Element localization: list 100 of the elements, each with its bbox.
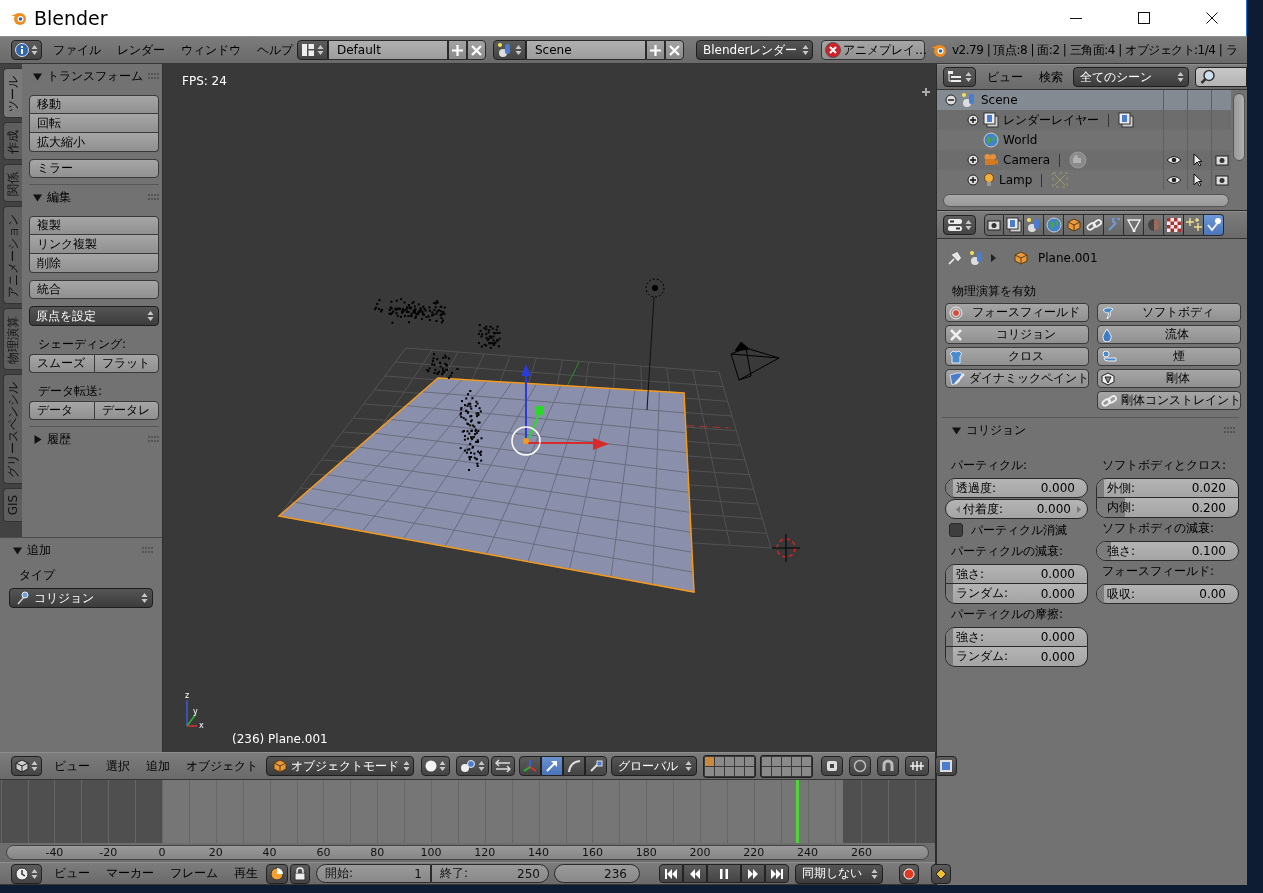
panel-title[interactable]: 編集 xyxy=(47,188,143,206)
outliner-row[interactable]: Camera xyxy=(937,150,1231,170)
physics-button[interactable]: 煙 xyxy=(1097,347,1241,366)
properties-tab[interactable] xyxy=(1064,214,1084,236)
type-dropdown[interactable]: コリジョン xyxy=(9,588,153,608)
camera-icon[interactable] xyxy=(1214,154,1229,166)
disclosure-triangle-icon[interactable] xyxy=(33,71,42,81)
disclosure-triangle-icon[interactable] xyxy=(13,545,22,555)
sidebar-tab[interactable]: ツール xyxy=(3,68,22,118)
toolbar-button[interactable] xyxy=(707,864,741,883)
physics-button[interactable]: ダイナミックペイント xyxy=(945,369,1089,388)
tool-button[interactable]: 複製 xyxy=(29,216,159,235)
menu-item[interactable]: ウィンドウ xyxy=(173,41,249,59)
properties-tab[interactable] xyxy=(1004,214,1024,236)
properties-tab[interactable] xyxy=(1024,214,1044,236)
menu-item[interactable]: 追加 xyxy=(138,757,178,775)
toolbar-button[interactable] xyxy=(935,756,957,776)
toolbar-button[interactable] xyxy=(741,864,765,883)
camera-icon[interactable] xyxy=(1214,174,1229,186)
outliner-row[interactable]: Scene xyxy=(937,90,1231,110)
editor-type-button[interactable] xyxy=(11,756,42,776)
physics-button[interactable]: 剛体 xyxy=(1097,369,1241,388)
add-button[interactable] xyxy=(646,40,665,60)
tool-button[interactable]: 拡大縮小 xyxy=(29,133,159,152)
toolbar-button[interactable] xyxy=(849,756,871,776)
properties-tab[interactable] xyxy=(1164,214,1184,236)
tool-button[interactable]: 回転 xyxy=(29,114,159,133)
panel-title[interactable]: コリジョン xyxy=(966,421,1219,439)
dropdown[interactable]: 原点を設定 xyxy=(29,306,159,326)
scene-field[interactable]: Scene xyxy=(526,40,646,60)
toolbar-button[interactable] xyxy=(821,756,843,776)
frame-ruler[interactable] xyxy=(6,845,929,860)
menu-item[interactable]: ヘルプ xyxy=(249,41,301,59)
expand-icon[interactable] xyxy=(967,174,979,186)
expand-icon[interactable] xyxy=(967,154,979,166)
menu-item[interactable]: マーカー xyxy=(98,865,162,882)
physics-button[interactable]: コリジョン xyxy=(945,325,1089,344)
maximize-icon[interactable] xyxy=(1138,12,1150,24)
scrollbar[interactable] xyxy=(1233,93,1245,161)
physics-button[interactable]: 流体 xyxy=(1097,325,1241,344)
outliner-row[interactable]: レンダーレイヤー xyxy=(937,110,1231,130)
physics-button[interactable]: フォースフィールド xyxy=(945,303,1089,322)
pointer-icon[interactable] xyxy=(1192,173,1203,187)
menu-item[interactable]: 選択 xyxy=(98,757,138,775)
toolbar-button[interactable] xyxy=(905,756,929,776)
disclosure-triangle-icon[interactable] xyxy=(952,425,961,435)
plus-icon[interactable] xyxy=(921,87,931,97)
slider-field[interactable]: 透過度: 0.000 xyxy=(945,478,1088,498)
menu-item[interactable]: ファイル xyxy=(45,41,109,59)
properties-tab[interactable] xyxy=(1184,214,1204,236)
layer-grid[interactable] xyxy=(760,754,813,778)
close-icon[interactable] xyxy=(1206,12,1218,24)
panel-title[interactable]: トランスフォーム xyxy=(47,67,143,85)
menu-item[interactable]: ビュー xyxy=(979,68,1031,86)
expand-icon[interactable] xyxy=(967,114,979,126)
toolbar-button[interactable] xyxy=(683,864,707,883)
start-frame-field[interactable]: 開始: 1 xyxy=(316,864,431,883)
toolbar-button[interactable] xyxy=(541,756,563,776)
shading-dropdown[interactable] xyxy=(421,756,450,776)
mode-dropdown[interactable]: オブジェクトモード xyxy=(266,756,414,776)
render-engine-dropdown[interactable]: Blenderレンダー xyxy=(696,40,813,60)
editor-type-button[interactable] xyxy=(943,67,976,87)
slider-field[interactable]: 外側: 0.020 xyxy=(1096,478,1239,498)
pointer-icon[interactable] xyxy=(1192,153,1203,167)
menu-item[interactable]: ビュー xyxy=(46,865,98,882)
checkbox[interactable] xyxy=(949,523,963,537)
search-field[interactable] xyxy=(1195,67,1247,87)
physics-button[interactable]: ソフトボディ xyxy=(1097,303,1241,322)
pivot-dropdown[interactable] xyxy=(456,756,489,776)
delete-button[interactable] xyxy=(665,40,684,60)
layer-grid[interactable] xyxy=(703,754,756,778)
menu-item[interactable]: 再生 xyxy=(226,865,266,882)
slider-field[interactable]: 強さ: 0.000 xyxy=(945,564,1088,584)
tool-button[interactable]: フラット xyxy=(93,354,159,373)
toolbar-button[interactable] xyxy=(563,756,585,776)
toolbar-button[interactable] xyxy=(585,756,607,776)
physics-button[interactable]: クロス xyxy=(945,347,1089,366)
disclosure-triangle-icon[interactable] xyxy=(33,192,42,202)
editor-type-button[interactable] xyxy=(297,40,328,60)
job-button[interactable]: アニメプレイ… xyxy=(821,40,925,60)
toolbar-button[interactable] xyxy=(765,864,789,883)
panel-title[interactable]: 追加 xyxy=(27,541,137,559)
menu-item[interactable]: フレーム xyxy=(162,865,226,882)
slider-field[interactable]: 吸収: 0.00 xyxy=(1096,584,1239,604)
eye-icon[interactable] xyxy=(1165,175,1182,185)
slider-field[interactable]: ランダム: 0.000 xyxy=(945,647,1088,667)
scene-filter-dropdown[interactable]: 全てのシーン xyxy=(1073,67,1189,87)
properties-tab[interactable] xyxy=(984,214,1004,236)
orientation-dropdown[interactable]: グローバル xyxy=(611,756,697,776)
slider-field[interactable]: 内側: 0.200 xyxy=(1096,498,1239,518)
end-frame-field[interactable]: 終了: 250 xyxy=(431,864,549,883)
tool-button[interactable]: データレ xyxy=(93,401,159,420)
screen-layout-field[interactable]: Default xyxy=(328,40,448,60)
current-frame-field[interactable]: 236 xyxy=(554,864,640,883)
editor-type-button[interactable] xyxy=(943,215,976,235)
scrollbar[interactable] xyxy=(943,194,1229,207)
menu-item[interactable]: オブジェクト xyxy=(178,757,266,775)
editor-type-button[interactable] xyxy=(11,863,42,884)
slider-field[interactable]: 強さ: 0.100 xyxy=(1096,541,1239,561)
toolbar-button[interactable] xyxy=(877,756,899,776)
